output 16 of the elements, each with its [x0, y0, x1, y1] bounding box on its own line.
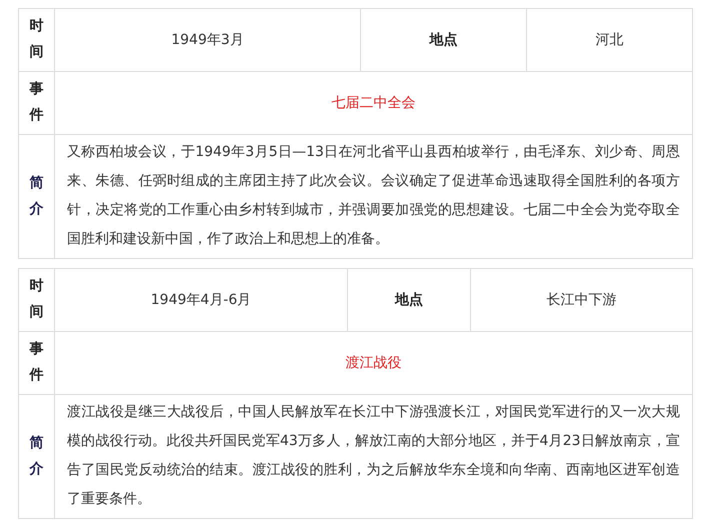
place-value: 河北 — [596, 32, 624, 48]
place-label: 地点 — [395, 292, 423, 308]
event-label: 事件 — [30, 80, 44, 125]
place-value: 长江中下游 — [546, 292, 616, 308]
time-label: 时间 — [30, 17, 44, 62]
event-name: 七届二中全会 — [332, 95, 416, 111]
summary-label: 简介 — [30, 434, 44, 478]
summary-label: 简介 — [30, 174, 44, 218]
time-label: 时间 — [30, 277, 44, 322]
time-value: 1949年4月-6月 — [150, 292, 252, 308]
event-label: 事件 — [30, 340, 44, 385]
event-name: 渡江战役 — [346, 355, 402, 371]
summary-text: 渡江战役是继三大战役后，中国人民解放军在长江中下游强渡长江，对国民党军进行的又一次大规模的战役行动。此役共歼国民党军43万多人，解放江南的大部分地区，并于4月23日解放南京，宣告了国民党反动统治的结束。渡江战役的胜利，为之后解放华东全境和向华南、西南地区进军创造了重要条件。 — [67, 403, 680, 509]
place-label: 地点 — [430, 32, 458, 48]
summary-text: 又称西柏坡会议，于1949年3月5日—13日在河北省平山县西柏坡举行，由毛泽东、刘少奇、周恩来、朱德、任弼时组成的主席团主持了此次会议。会议确定了促进革命迅速取得全国胜利的各项方针，决定将党的工作重心由乡村转到城市，并强调要加强党的思想建设。七届二中全会为党夺取全国胜利和建设新中国，作了政治上和思想上的准备。 — [67, 143, 680, 249]
time-value: 1949年3月 — [171, 32, 244, 48]
